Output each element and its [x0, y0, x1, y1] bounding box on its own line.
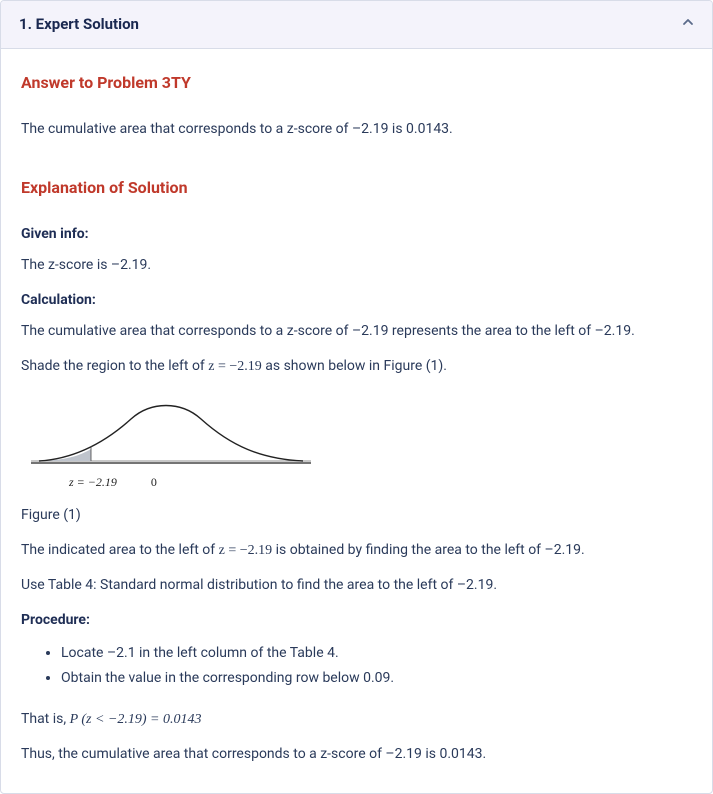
axis-label-zero: 0	[151, 473, 157, 491]
calc-p1: The cumulative area that corresponds to …	[21, 321, 692, 342]
chevron-up-icon	[682, 14, 694, 35]
after-figure-line: The indicated area to the left of z = −2…	[21, 540, 692, 561]
answer-text: The cumulative area that corresponds to …	[21, 119, 692, 140]
calc-p2: Shade the region to the left of z = −2.1…	[21, 356, 692, 377]
procedure-list: Locate –2.1 in the left column of the Ta…	[21, 643, 692, 689]
after-fig-math: z = −2.19	[219, 543, 273, 558]
that-is-math: P (z < −2.19) = 0.0143	[70, 712, 202, 727]
explanation-heading: Explanation of Solution	[21, 176, 692, 200]
that-is-pre: That is,	[21, 711, 70, 727]
axis-labels: z = −2.19 0	[21, 473, 692, 491]
after-fig-pre: The indicated area to the left of	[21, 542, 219, 558]
axis-label-z: z = −2.19	[69, 473, 117, 491]
given-info-label: Given info:	[21, 224, 692, 245]
calc-p2-post: as shown below in Figure (1).	[262, 358, 447, 374]
use-table-line: Use Table 4: Standard normal distributio…	[21, 575, 692, 596]
calc-p2-math: z = −2.19	[208, 359, 262, 374]
header-title: 1. Expert Solution	[19, 13, 139, 36]
after-fig-post: is obtained by finding the area to the l…	[272, 542, 585, 558]
card-body: Answer to Problem 3TY The cumulative are…	[1, 49, 712, 793]
list-item: Obtain the value in the corresponding ro…	[61, 668, 692, 689]
solution-card: 1. Expert Solution Answer to Problem 3TY…	[0, 0, 713, 794]
figure-1: z = −2.19 0	[21, 391, 692, 491]
list-item: Locate –2.1 in the left column of the Ta…	[61, 643, 692, 664]
card-header[interactable]: 1. Expert Solution	[1, 1, 712, 49]
normal-curve-svg	[21, 391, 321, 471]
given-info-text: The z-score is –2.19.	[21, 255, 692, 276]
thus-line: Thus, the cumulative area that correspon…	[21, 744, 692, 765]
figure-caption: Figure (1)	[21, 505, 692, 526]
calc-p2-pre: Shade the region to the left of	[21, 358, 208, 374]
calculation-label: Calculation:	[21, 290, 692, 311]
procedure-label: Procedure:	[21, 610, 692, 631]
that-is-line: That is, P (z < −2.19) = 0.0143	[21, 709, 692, 730]
answer-heading: Answer to Problem 3TY	[21, 71, 692, 95]
